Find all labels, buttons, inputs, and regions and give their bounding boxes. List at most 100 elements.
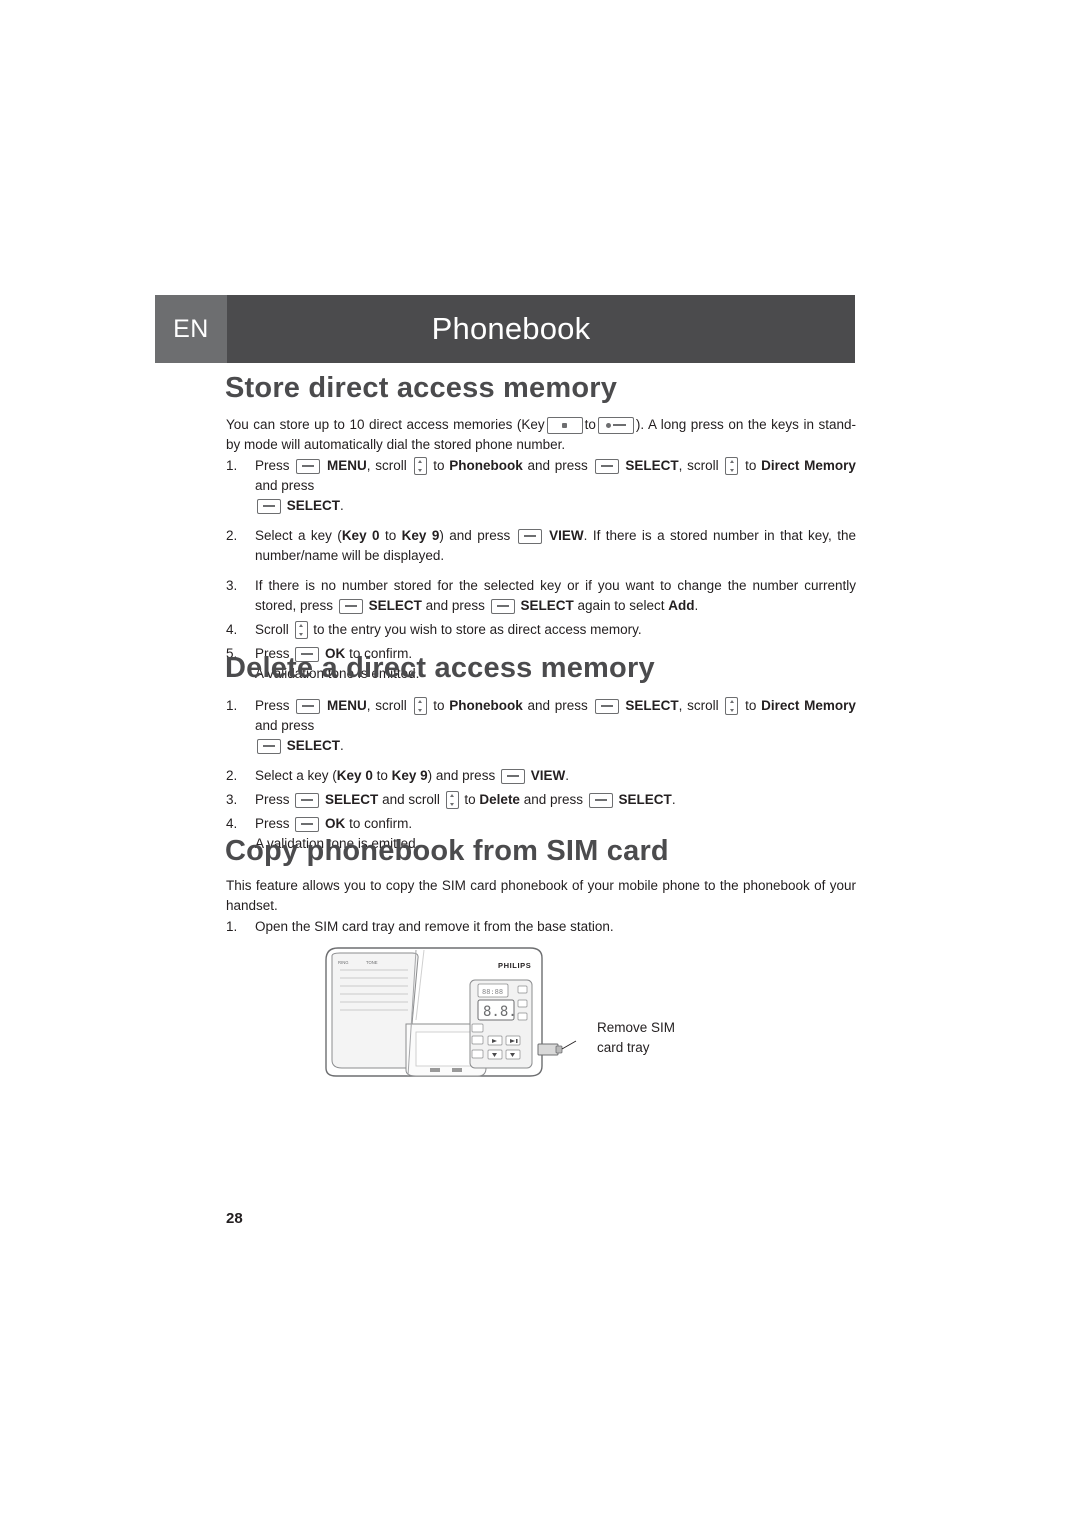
softkey-icon (257, 738, 281, 754)
scroll-key-icon (413, 697, 427, 716)
key-0-icon (546, 416, 583, 434)
t: to the entry you wish to store as direct… (313, 622, 642, 637)
t: . (565, 768, 570, 783)
step-number: 3. (226, 578, 238, 593)
softkey-icon (594, 458, 619, 474)
step-number: 1. (226, 458, 238, 473)
t: SELECT (286, 498, 341, 513)
step-text: Select a key (Key 0 to Key 9) and press … (255, 766, 856, 786)
softkey-icon (490, 598, 515, 614)
t: SELECT (286, 738, 341, 753)
step-text: Press MENU, scroll to Phonebook and pres… (255, 696, 856, 756)
store-intro-a: You can store up to 10 direct access mem… (226, 417, 545, 432)
list-item: 1. Open the SIM card tray and remove it … (226, 917, 856, 937)
t: ) and press (439, 528, 511, 543)
step-text: Scroll to the entry you wish to store as… (255, 620, 856, 640)
t: Press (255, 698, 290, 713)
t: to (433, 698, 445, 713)
softkey-icon (517, 528, 542, 544)
step-text: Select a key (Key 0 to Key 9) and press … (255, 526, 856, 566)
t: Phonebook (449, 458, 523, 473)
t: MENU (327, 698, 367, 713)
callout-line-2: card tray (597, 1040, 650, 1055)
step-number: 3. (226, 792, 238, 807)
list-item: 3. Press SELECT and scroll to Delete and… (226, 790, 856, 810)
softkey-icon (257, 498, 281, 514)
softkey-icon (296, 458, 321, 474)
softkey-icon (500, 768, 525, 784)
t: MENU (327, 458, 367, 473)
svg-text:RING: RING (338, 960, 348, 965)
t: , scroll (366, 698, 407, 713)
step-number: 1. (226, 698, 238, 713)
t: Press (255, 816, 290, 831)
list-item: 4. Scroll to the entry you wish to store… (226, 620, 856, 640)
t: Direct Memory (761, 458, 856, 473)
list-item: 3. If there is no number stored for the … (226, 576, 856, 616)
step-text: Open the SIM card tray and remove it fro… (255, 919, 614, 934)
t: . (340, 738, 344, 753)
step-text: If there is no number stored for the sel… (255, 576, 856, 616)
page-title: Phonebook (431, 311, 591, 346)
t: , scroll (366, 458, 407, 473)
t: SELECT (368, 598, 422, 613)
list-item: 2. Select a key (Key 0 to Key 9) and pre… (226, 526, 856, 566)
store-intro-paragraph: You can store up to 10 direct access mem… (226, 415, 856, 455)
svg-text:TONE: TONE (366, 960, 378, 965)
list-item: 1. Press MENU, scroll to Phonebook and p… (226, 456, 856, 516)
t: Key 9 (391, 768, 428, 783)
scroll-key-icon (445, 791, 459, 810)
t: and press (255, 718, 315, 733)
t: Key 0 (341, 528, 380, 543)
t: and press (527, 698, 588, 713)
scroll-key-icon (413, 457, 427, 476)
t: to (464, 792, 476, 807)
softkey-icon (296, 698, 321, 714)
t: and scroll (382, 792, 440, 807)
t: . (694, 598, 699, 613)
t: VIEW (530, 768, 566, 783)
t: Direct Memory (761, 698, 856, 713)
svg-text:88:88: 88:88 (482, 988, 503, 996)
step-text: Press MENU, scroll to Phonebook and pres… (255, 456, 856, 516)
t: to confirm. (349, 816, 413, 831)
softkey-icon (338, 598, 363, 614)
t: Key 9 (401, 528, 440, 543)
store-intro-b: to (584, 417, 596, 432)
t: and press (527, 458, 588, 473)
language-badge: EN (155, 295, 227, 363)
t: Select a key ( (255, 528, 342, 543)
t: SELECT (625, 458, 679, 473)
copy-intro-paragraph: This feature allows you to copy the SIM … (226, 878, 856, 913)
svg-text:PHILIPS: PHILIPS (498, 961, 531, 970)
document-page: EN Phonebook Store direct access memory … (0, 0, 1080, 1528)
step-number: 1. (226, 919, 238, 934)
section-title-delete: Delete a direct access memory (225, 652, 655, 684)
softkey-icon (295, 792, 320, 808)
step-number: 4. (226, 816, 238, 831)
t: and press (425, 598, 485, 613)
t: Scroll (255, 622, 289, 637)
t: Delete (479, 792, 520, 807)
step-text: Press SELECT and scroll to Delete and pr… (255, 790, 856, 810)
copy-steps-list: 1. Open the SIM card tray and remove it … (226, 917, 856, 941)
section-title-copy: Copy phonebook from SIM card (225, 835, 669, 867)
base-station-figure: RING TONE 88:88 8.8. PHILIPS (320, 940, 580, 1100)
page-header: EN Phonebook (155, 295, 855, 363)
list-item: 1. Press MENU, scroll to Phonebook and p… (226, 696, 856, 756)
t: SELECT (520, 598, 574, 613)
page-number: 28 (226, 1210, 243, 1227)
softkey-icon (594, 698, 619, 714)
callout-line-1: Remove SIM (597, 1020, 676, 1035)
t: VIEW (549, 528, 584, 543)
t: SELECT (618, 792, 672, 807)
t: Press (255, 792, 290, 807)
section-title-store: Store direct access memory (225, 372, 618, 404)
t: ) and press (427, 768, 496, 783)
list-item: 2. Select a key (Key 0 to Key 9) and pre… (226, 766, 856, 786)
step-number: 4. (226, 622, 238, 637)
t: to (745, 458, 757, 473)
t: . (340, 498, 344, 513)
t: , scroll (678, 698, 719, 713)
softkey-icon (295, 816, 320, 832)
